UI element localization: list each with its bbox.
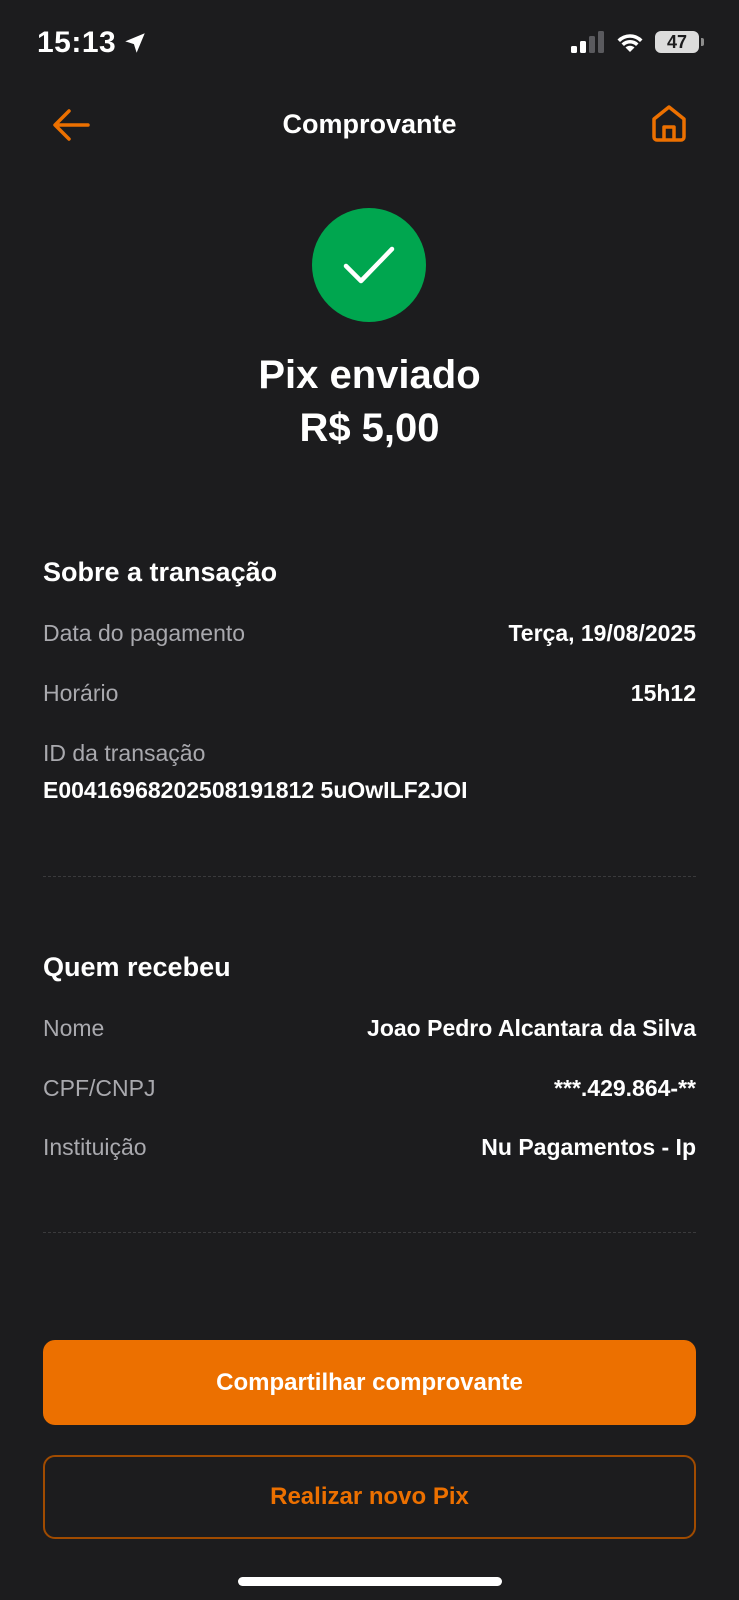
recipient-document-label: CPF/CNPJ <box>43 1075 156 1101</box>
transaction-section-title: Sobre a transação <box>43 557 278 587</box>
status-time: 15:13 <box>37 26 117 59</box>
transaction-id-label: ID da transação <box>43 740 206 766</box>
recipient-institution-row: Instituição Nu Pagamentos - Ip <box>43 1134 696 1161</box>
payment-amount: R$ 5,00 <box>299 406 440 450</box>
section-divider <box>43 876 696 877</box>
share-receipt-button[interactable]: Compartilhar comprovante <box>43 1340 696 1425</box>
cellular-signal-icon <box>571 31 604 53</box>
recipient-institution-label: Instituição <box>43 1134 147 1160</box>
new-pix-button[interactable]: Realizar novo Pix <box>43 1455 696 1539</box>
status-time-wrapper: 15:13 <box>37 26 148 60</box>
status-icons: 47 <box>569 30 704 54</box>
recipient-document-row: CPF/CNPJ ***.429.864-** <box>43 1075 696 1102</box>
payment-time-label: Horário <box>43 680 119 706</box>
recipient-name-label: Nome <box>43 1015 105 1041</box>
location-arrow-icon <box>125 33 145 53</box>
payment-date-value: Terça, 19/08/2025 <box>508 620 696 646</box>
payment-date-label: Data do pagamento <box>43 620 246 646</box>
recipient-name-row: Nome Joao Pedro Alcantara da Silva <box>43 1015 696 1042</box>
status-bar: 15:13 47 <box>0 0 739 90</box>
payment-time-value: 15h12 <box>630 680 696 706</box>
home-indicator[interactable] <box>238 1577 502 1586</box>
recipient-name-value: Joao Pedro Alcantara da Silva <box>367 1015 696 1041</box>
recipient-document-value: ***.429.864-** <box>554 1075 696 1101</box>
recipient-section-title: Quem recebeu <box>43 952 231 982</box>
section-divider <box>43 1232 696 1233</box>
success-title: Pix enviado <box>258 353 481 397</box>
header: Comprovante <box>0 95 739 155</box>
wifi-icon <box>617 34 643 52</box>
page-title: Comprovante <box>282 109 457 139</box>
battery-icon: 47 <box>655 31 704 53</box>
receipt-screen: 15:13 47 Comprovante Pix enviado R$ 5,00… <box>0 0 739 1600</box>
recipient-institution-value: Nu Pagamentos - Ip <box>481 1134 696 1160</box>
home-icon[interactable] <box>649 102 689 144</box>
battery-level: 47 <box>666 31 688 52</box>
transaction-id-value[interactable]: E00416968202508191812 5uOwILF2JOI <box>43 777 468 804</box>
checkmark-icon <box>343 246 395 284</box>
payment-date-row: Data do pagamento Terça, 19/08/2025 <box>43 620 696 647</box>
success-badge <box>312 208 426 322</box>
payment-time-row: Horário 15h12 <box>43 680 696 707</box>
